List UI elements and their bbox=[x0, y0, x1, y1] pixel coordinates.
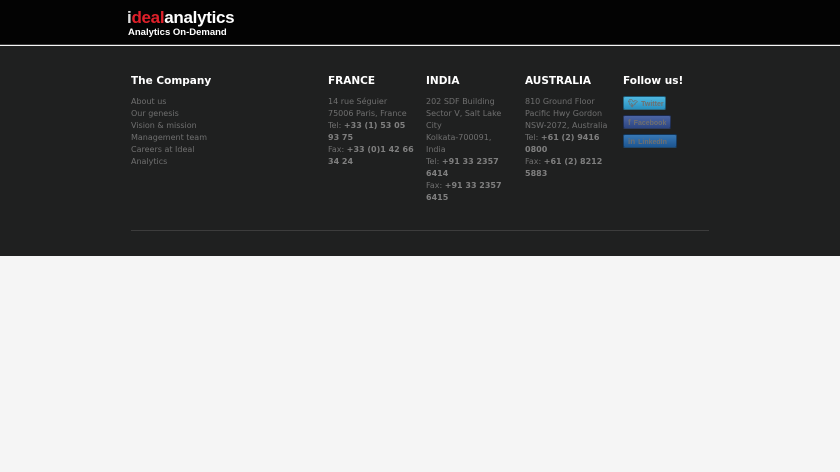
follow-column: Follow us! 🐦︎ Twitter f Facebook in LinkedI… bbox=[623, 74, 709, 153]
footer: The Company About us Our genesis Vision … bbox=[0, 46, 840, 256]
link-management-team[interactable]: Management team bbox=[131, 132, 221, 144]
company-heading: The Company bbox=[131, 75, 212, 87]
india-address-2: Sector V, Salt Lake City bbox=[426, 109, 502, 130]
link-careers[interactable]: Careers at Ideal Analytics bbox=[131, 144, 221, 168]
footer-divider bbox=[131, 230, 709, 231]
facebook-button[interactable]: f Facebook bbox=[623, 115, 671, 129]
company-column: The Company About us Our genesis Vision … bbox=[131, 74, 221, 168]
india-column: INDIA 202 SDF Building Sector V, Salt La… bbox=[426, 74, 508, 204]
france-heading: FRANCE bbox=[328, 75, 376, 87]
linkedin-button[interactable]: in LinkedIn bbox=[623, 134, 677, 148]
france-column: FRANCE 14 rue Séguier 75006 Paris, Franc… bbox=[328, 74, 418, 168]
india-address-1: 202 SDF Building bbox=[426, 97, 495, 106]
australia-address-2: Pacific Hwy Gordon bbox=[525, 109, 603, 118]
logo-analytics: analytics bbox=[164, 8, 235, 27]
france-address-1: 14 rue Séguier bbox=[328, 97, 388, 106]
australia-column: AUSTRALIA 810 Ground Floor Pacific Hwy G… bbox=[525, 74, 611, 180]
india-address-3: Kolkata-700091, India bbox=[426, 133, 492, 154]
linkedin-icon: in bbox=[628, 137, 636, 146]
logo-deal: deal bbox=[131, 8, 165, 27]
fax-label: Fax: bbox=[328, 145, 345, 154]
tel-label: Tel: bbox=[525, 133, 539, 142]
linkedin-label: LinkedIn bbox=[638, 139, 667, 146]
fax-label: Fax: bbox=[525, 157, 542, 166]
follow-heading: Follow us! bbox=[623, 75, 684, 87]
france-address-2: 75006 Paris, France bbox=[328, 109, 407, 118]
tel-label: Tel: bbox=[328, 121, 342, 130]
fax-label: Fax: bbox=[426, 181, 443, 190]
link-our-genesis[interactable]: Our genesis bbox=[131, 108, 221, 120]
link-about-us[interactable]: About us bbox=[131, 96, 221, 108]
logo-tagline: Analytics On-Demand bbox=[128, 27, 227, 38]
header: idealanalytics Analytics On-Demand bbox=[0, 0, 840, 45]
logo[interactable]: idealanalytics Analytics On-Demand bbox=[127, 8, 235, 39]
australia-address-1: 810 Ground Floor bbox=[525, 97, 595, 106]
india-heading: INDIA bbox=[426, 75, 460, 87]
twitter-label: Twitter bbox=[641, 101, 664, 108]
australia-heading: AUSTRALIA bbox=[525, 75, 591, 87]
facebook-label: Facebook bbox=[633, 120, 667, 127]
twitter-icon: 🐦︎ bbox=[628, 99, 639, 108]
australia-address-3: NSW-2072, Australia bbox=[525, 121, 608, 130]
link-vision-mission[interactable]: Vision & mission bbox=[131, 120, 221, 132]
facebook-icon: f bbox=[628, 118, 631, 127]
twitter-button[interactable]: 🐦︎ Twitter bbox=[623, 96, 666, 110]
tel-label: Tel: bbox=[426, 157, 440, 166]
